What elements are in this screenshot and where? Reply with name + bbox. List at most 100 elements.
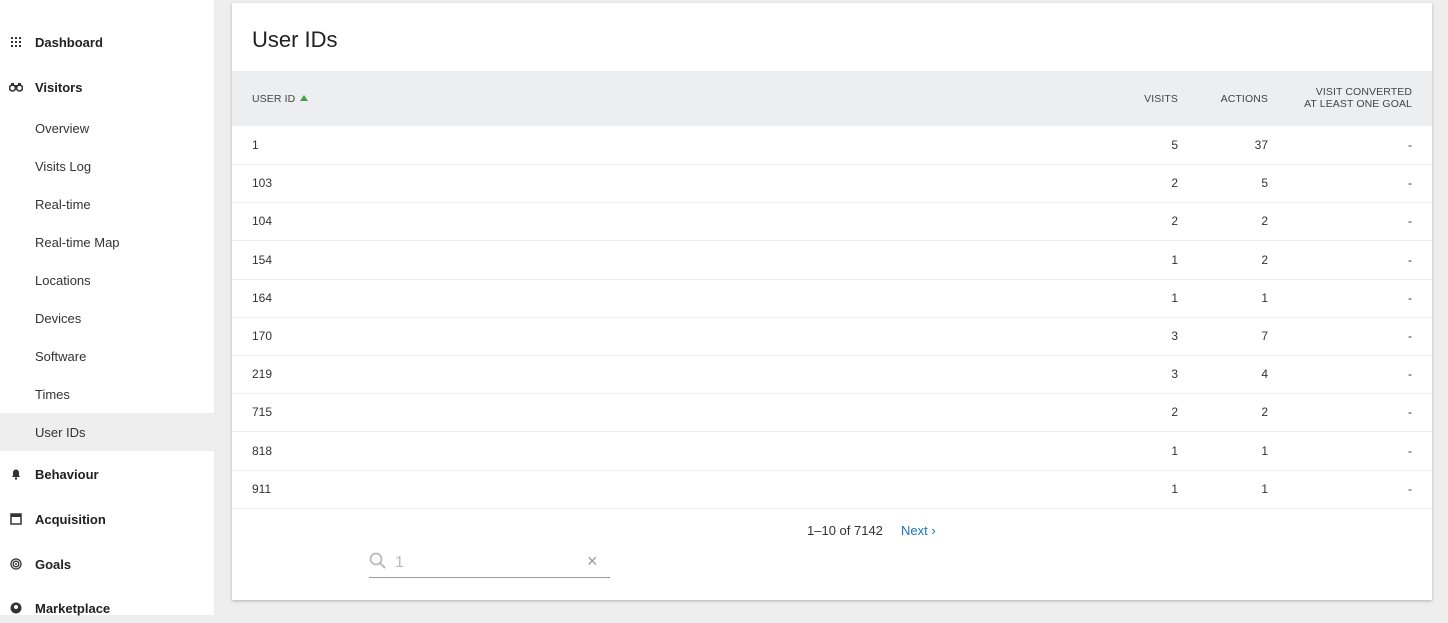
- cell-actions: 1: [1261, 481, 1268, 496]
- table-row[interactable]: 170 3 7 -: [232, 317, 1432, 356]
- marketplace-icon: [8, 600, 24, 616]
- cell-visits: 3: [1171, 367, 1178, 382]
- sidebar-item-real-time-map[interactable]: Real-time Map: [0, 223, 214, 261]
- sidebar-category-label: Behaviour: [35, 466, 99, 482]
- sidebar-category-label: Acquisition: [35, 511, 106, 527]
- cell-visit-converted: -: [1408, 290, 1412, 305]
- table-row[interactable]: 104 2 2 -: [232, 202, 1432, 242]
- column-header-label-line1: VISIT CONVERTED: [1315, 86, 1412, 98]
- cell-actions: 7: [1261, 329, 1268, 343]
- cell-actions: 1: [1261, 443, 1268, 458]
- column-header-label: USER ID: [252, 93, 296, 105]
- sidebar-item-label: Devices: [35, 310, 82, 326]
- column-header-label-line2: AT LEAST ONE GOAL: [1304, 98, 1412, 110]
- clear-search-icon[interactable]: ×: [587, 551, 598, 572]
- cell-user-id: 911: [252, 481, 272, 496]
- cell-visits: 1: [1171, 290, 1178, 305]
- table-header: USER ID VISITS ACTIONS VISIT CONVERTED A…: [232, 71, 1432, 126]
- sidebar-item-label: Overview: [35, 120, 90, 136]
- table-row[interactable]: 219 3 4 -: [232, 355, 1432, 395]
- sidebar-item-label: Real-time: [35, 196, 91, 212]
- report-card: User IDs USER ID VISITS ACTIONS VISIT CO…: [232, 3, 1432, 600]
- cell-actions: 2: [1261, 252, 1268, 267]
- report-title: User IDs: [252, 27, 338, 52]
- cell-user-id: 1: [252, 138, 259, 152]
- sidebar-category-marketplace[interactable]: Marketplace: [0, 593, 214, 623]
- sidebar-item-label: Times: [35, 386, 70, 402]
- cell-user-id: 219: [252, 367, 273, 382]
- binoculars-icon: [8, 79, 24, 95]
- cell-visit-converted: -: [1408, 138, 1412, 152]
- pagination-next-link[interactable]: Next ›: [901, 523, 936, 538]
- cell-visit-converted: -: [1408, 252, 1412, 267]
- sidebar-item-label: User IDs: [35, 424, 86, 440]
- table-row[interactable]: 154 1 2 -: [232, 241, 1432, 280]
- sidebar-category-dashboard[interactable]: Dashboard: [0, 27, 214, 57]
- cell-visit-converted: -: [1408, 443, 1412, 458]
- sidebar-category-visitors[interactable]: Visitors: [0, 72, 214, 102]
- column-header-user-id[interactable]: USER ID: [252, 93, 309, 105]
- sidebar-category-label: Visitors: [35, 79, 83, 95]
- sidebar-item-label: Software: [35, 348, 87, 364]
- table-row[interactable]: 715 2 2 -: [232, 393, 1432, 433]
- window-icon: [8, 511, 24, 527]
- table-row[interactable]: 818 1 1 -: [232, 432, 1432, 471]
- cell-visit-converted: -: [1408, 329, 1412, 343]
- column-header-visits[interactable]: VISITS: [1144, 93, 1178, 105]
- sidebar-item-software[interactable]: Software: [0, 337, 214, 375]
- search-box: ×: [369, 548, 610, 578]
- sidebar-item-label: Locations: [35, 272, 91, 288]
- cell-visits: 2: [1171, 405, 1178, 420]
- target-icon: [8, 556, 24, 572]
- sidebar-category-label: Goals: [35, 556, 72, 572]
- sidebar-category-label: Marketplace: [35, 600, 111, 616]
- cell-visits: 2: [1171, 176, 1178, 191]
- column-header-actions[interactable]: ACTIONS: [1221, 93, 1268, 105]
- grid-icon: [8, 34, 24, 50]
- cell-user-id: 715: [252, 405, 273, 420]
- sidebar-item-user-ids[interactable]: User IDs: [0, 413, 214, 451]
- search-icon: [369, 552, 387, 575]
- cell-user-id: 154: [252, 252, 273, 267]
- cell-actions: 5: [1261, 176, 1268, 191]
- sidebar-item-visits-log[interactable]: Visits Log: [0, 147, 214, 185]
- cell-actions: 2: [1261, 405, 1268, 420]
- cell-visit-converted: -: [1408, 176, 1412, 191]
- cell-user-id: 104: [252, 214, 273, 229]
- cell-visits: 1: [1171, 443, 1178, 458]
- sidebar-item-times[interactable]: Times: [0, 375, 214, 413]
- sidebar-item-devices[interactable]: Devices: [0, 299, 214, 337]
- sidebar-item-label: Visits Log: [35, 158, 92, 174]
- cell-visits: 1: [1171, 481, 1178, 496]
- cell-user-id: 103: [252, 176, 273, 191]
- sidebar-item-overview[interactable]: Overview: [0, 109, 214, 147]
- sidebar-item-locations[interactable]: Locations: [0, 261, 214, 299]
- cell-actions: 2: [1261, 214, 1268, 229]
- bell-icon: [8, 466, 24, 482]
- table-row[interactable]: 911 1 1 -: [232, 470, 1432, 509]
- pagination-range: 1–10 of 7142: [807, 523, 883, 538]
- cell-actions: 37: [1254, 138, 1268, 152]
- sidebar-item-label: Real-time Map: [35, 234, 120, 250]
- search-input[interactable]: [395, 553, 575, 573]
- cell-visits: 1: [1171, 252, 1178, 267]
- sidebar-category-behaviour[interactable]: Behaviour: [0, 459, 214, 489]
- cell-visit-converted: -: [1408, 481, 1412, 496]
- cell-user-id: 164: [252, 290, 273, 305]
- table-row[interactable]: 103 2 5 -: [232, 164, 1432, 204]
- cell-actions: 1: [1261, 290, 1268, 305]
- cell-visit-converted: -: [1408, 405, 1412, 420]
- table-row[interactable]: 1 5 37 -: [232, 126, 1432, 165]
- cell-user-id: 818: [252, 443, 273, 458]
- sidebar-item-real-time[interactable]: Real-time: [0, 185, 214, 223]
- column-header-visit-converted[interactable]: VISIT CONVERTED AT LEAST ONE GOAL: [1304, 86, 1412, 110]
- cell-user-id: 170: [252, 329, 273, 343]
- sidebar-category-acquisition[interactable]: Acquisition: [0, 504, 214, 534]
- table-row[interactable]: 164 1 1 -: [232, 279, 1432, 318]
- sidebar-category-goals[interactable]: Goals: [0, 549, 214, 579]
- sidebar: Dashboard Visitors Overview Visits Log R…: [0, 0, 214, 616]
- cell-visit-converted: -: [1408, 214, 1412, 229]
- cell-visit-converted: -: [1408, 367, 1412, 382]
- cell-actions: 4: [1261, 367, 1268, 382]
- cell-visits: 5: [1171, 138, 1178, 152]
